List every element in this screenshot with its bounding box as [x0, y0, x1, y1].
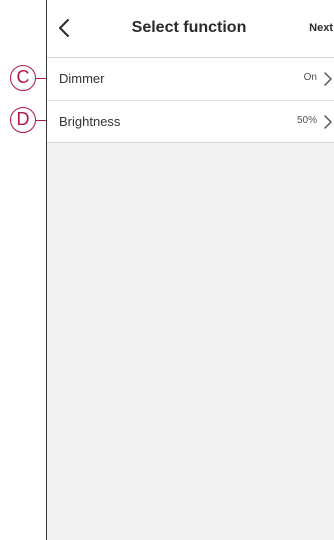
phone-screen: Select function Next Dimmer On Brightnes…: [46, 0, 334, 540]
callout-d: D: [10, 107, 36, 133]
chevron-right-icon: [324, 72, 332, 86]
function-label: Dimmer: [59, 71, 105, 86]
function-row-dimmer[interactable]: Dimmer On: [47, 58, 334, 100]
function-row-brightness[interactable]: Brightness 50%: [47, 100, 334, 142]
top-bar: Select function Next: [47, 0, 334, 58]
next-button[interactable]: Next: [309, 22, 333, 34]
function-value: 50%: [296, 115, 317, 126]
callout-c: C: [10, 65, 36, 91]
function-list: Dimmer On Brightness 50%: [47, 58, 334, 143]
page-title: Select function: [131, 19, 247, 36]
back-arrow-icon[interactable]: [55, 16, 73, 40]
function-value: On: [303, 72, 317, 83]
chevron-right-icon: [324, 115, 332, 129]
function-label: Brightness: [59, 114, 121, 129]
page: C D Select function Next Dimmer On Brigh…: [0, 0, 334, 540]
